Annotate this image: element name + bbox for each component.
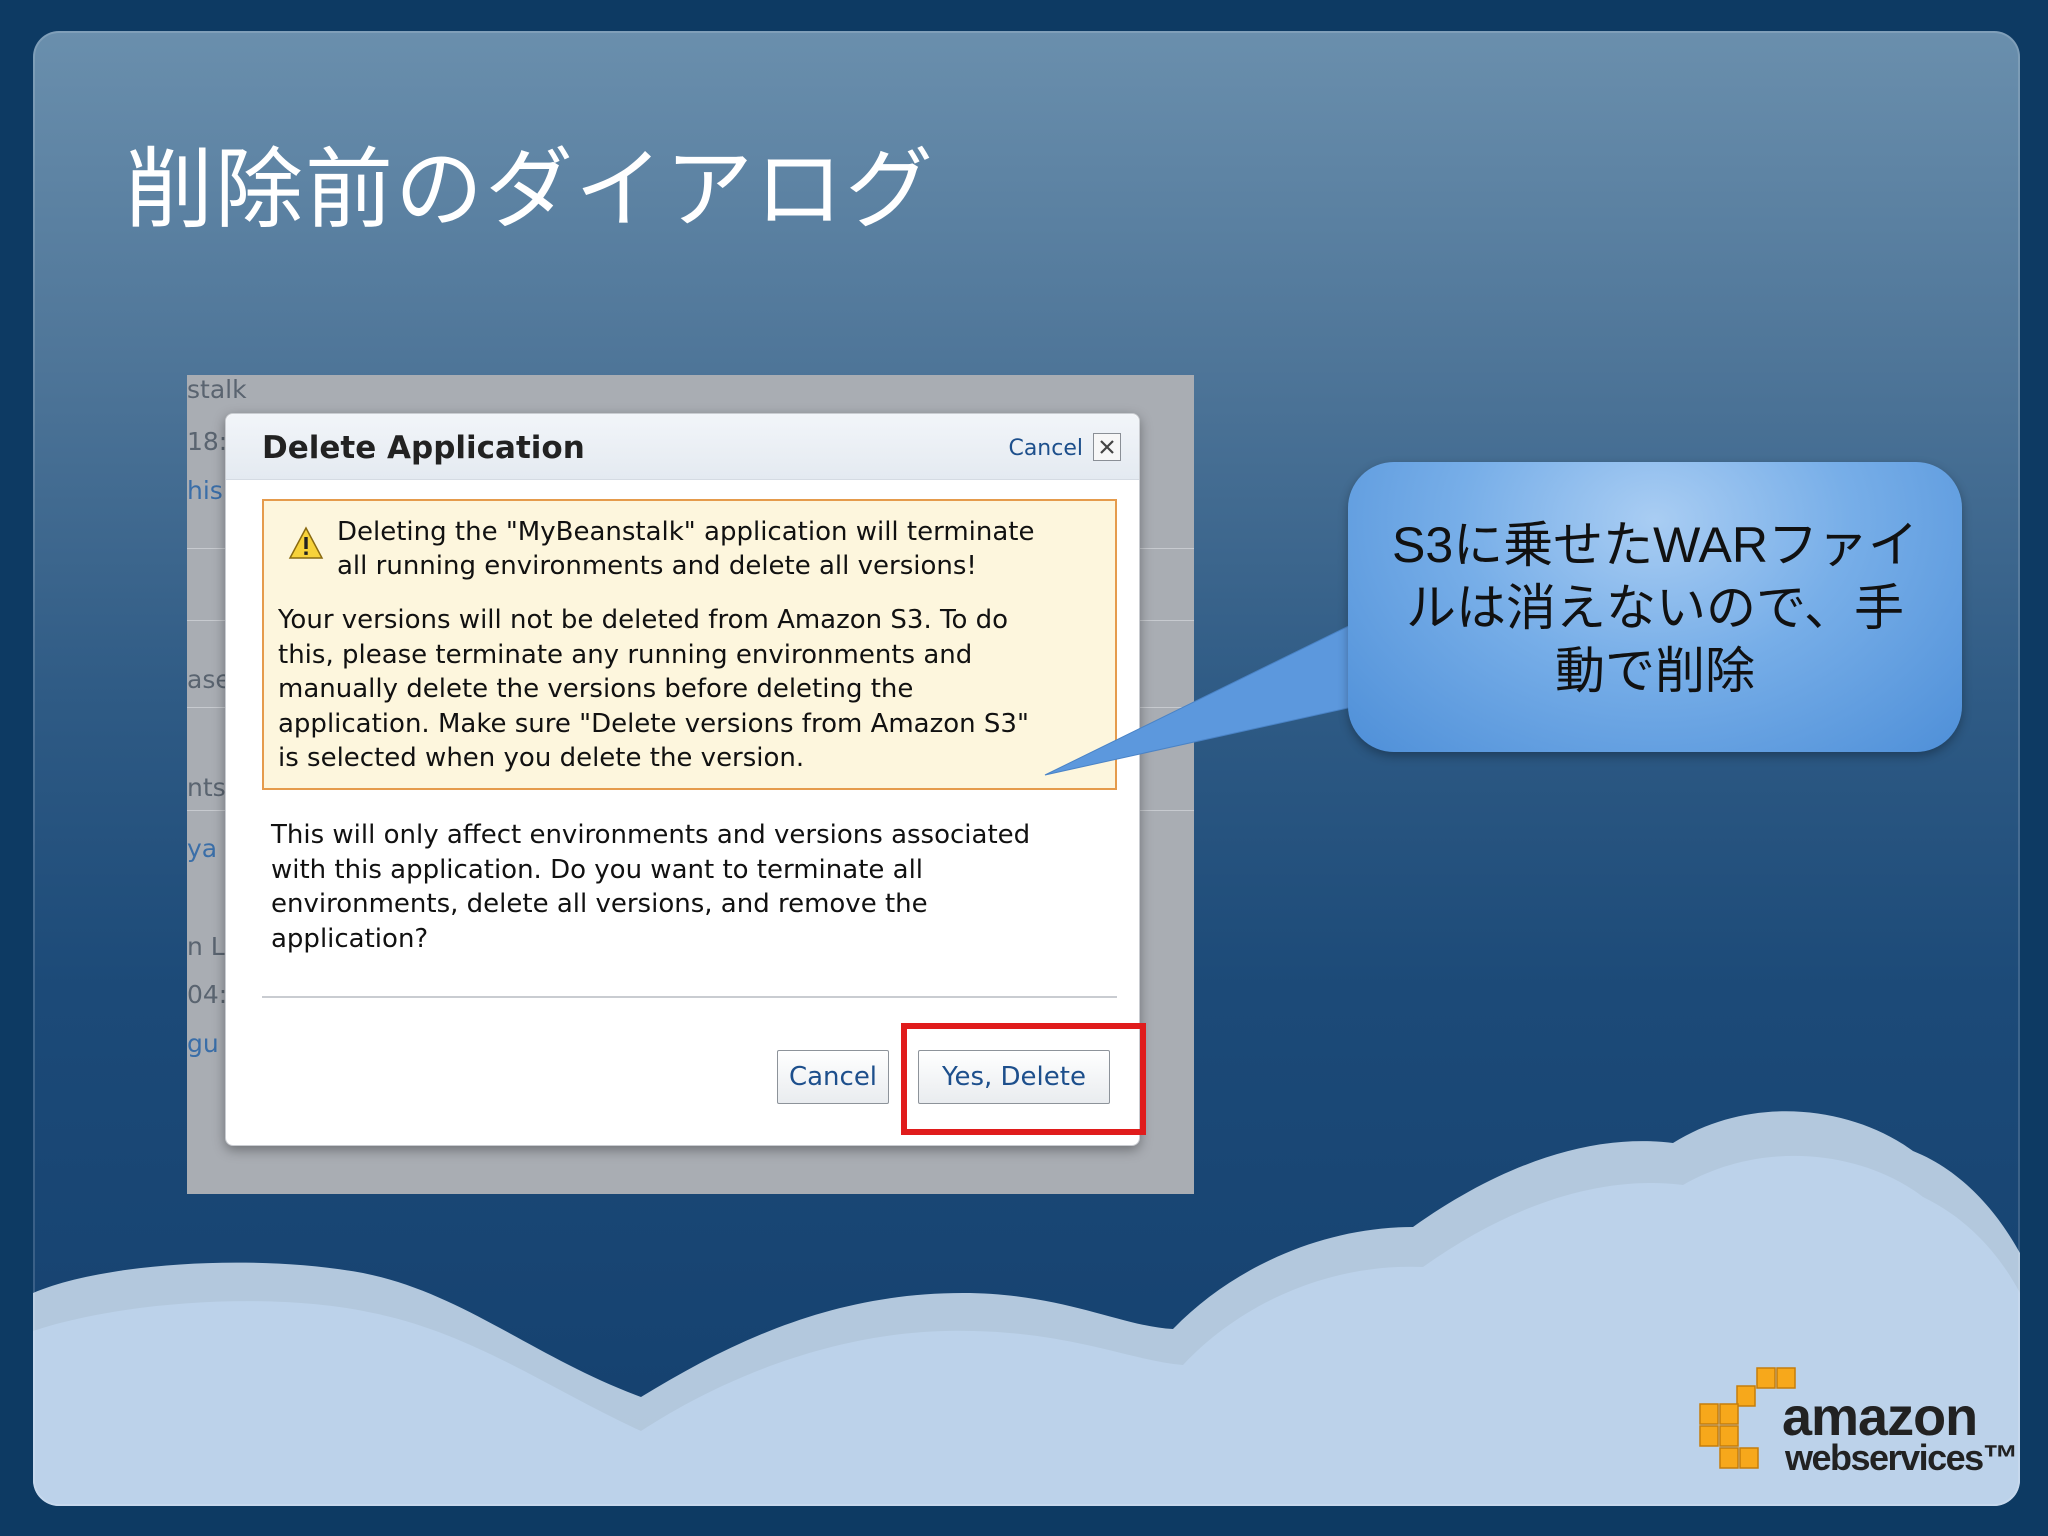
- warning-body-line: manually delete the versions before dele…: [278, 674, 914, 704]
- warning-body-line: this, please terminate any running envir…: [278, 639, 973, 670]
- close-icon[interactable]: [1093, 433, 1121, 461]
- warning-body-line: is selected when you delete the version.: [278, 743, 805, 773]
- dialog-header: Delete Application Cancel: [226, 414, 1139, 480]
- callout-line: 動で削除: [1555, 643, 1755, 699]
- header-cancel-link[interactable]: Cancel: [1008, 436, 1083, 461]
- warning-icon: [288, 526, 324, 559]
- bg-text: n L: [187, 932, 225, 961]
- bg-text: nts: [187, 773, 226, 802]
- callout-text: S3に乗せたWARファイ ルは消えないので、手 動で削除: [1372, 514, 1938, 703]
- question-line: environments, delete all versions, and r…: [271, 889, 928, 919]
- bg-text: gu: [187, 1029, 219, 1058]
- cancel-button[interactable]: Cancel: [777, 1050, 889, 1104]
- bg-text: 18:: [187, 427, 228, 456]
- warning-heading: Deleting the "MyBeanstalk" application w…: [337, 515, 1097, 583]
- question-line: This will only affect environments and v…: [271, 820, 1031, 850]
- callout-line: ルは消えないので、手: [1406, 580, 1904, 636]
- question-line: application?: [271, 923, 429, 954]
- slide-title: 削除前のダイアログ: [125, 138, 936, 241]
- warning-body: Your versions will not be deleted from A…: [278, 603, 1108, 776]
- bg-text: ya: [187, 834, 218, 863]
- dialog-divider: [262, 996, 1117, 998]
- callout-line: S3に乗せたWARファイ: [1392, 517, 1918, 573]
- confirmation-question: This will only affect environments and v…: [271, 818, 1121, 956]
- callout-bubble: S3に乗せたWARファイ ルは消えないので、手 動で削除: [1348, 462, 1962, 752]
- warning-body-line: application. Make sure "Delete versions …: [278, 708, 1029, 739]
- warning-heading-line: Deleting the "MyBeanstalk" application w…: [337, 517, 1035, 547]
- bg-text: his: [187, 476, 223, 505]
- aws-logo-subtext: webservices™: [1785, 1437, 2019, 1478]
- question-line: with this application. Do you want to te…: [271, 854, 924, 885]
- highlight-box: [901, 1023, 1146, 1135]
- warning-box: Deleting the "MyBeanstalk" application w…: [262, 499, 1117, 790]
- warning-heading-line: all running environments and delete all …: [337, 551, 977, 581]
- bg-text: stalk: [187, 375, 247, 404]
- warning-body-line: Your versions will not be deleted from A…: [278, 605, 1009, 635]
- bg-text: 04:: [187, 980, 228, 1009]
- dialog-title: Delete Application: [262, 430, 585, 466]
